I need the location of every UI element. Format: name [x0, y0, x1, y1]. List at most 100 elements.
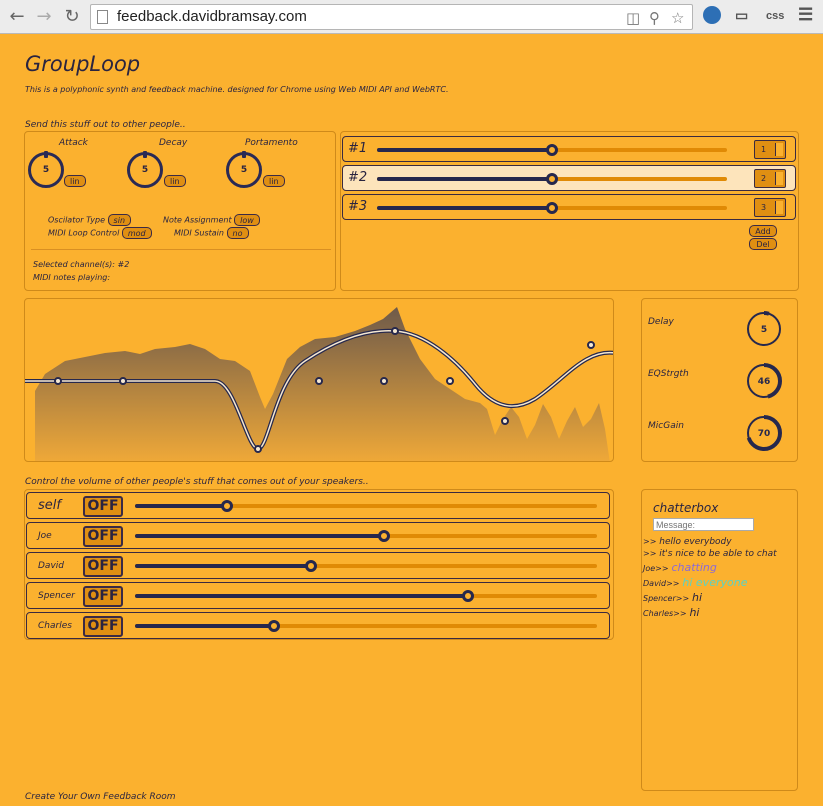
delete-channel-button[interactable]: Del [749, 238, 777, 250]
channel-number-input[interactable]: 3 [754, 198, 786, 217]
chat-message: Spencer>> hi [643, 591, 793, 604]
channel-number: 3 [761, 203, 767, 212]
portamento-knob[interactable]: 5 [226, 151, 262, 188]
volume-slider[interactable] [135, 500, 597, 512]
channel-slider[interactable] [377, 144, 727, 156]
back-arrow-icon[interactable]: ← [6, 6, 28, 28]
volume-row: Charles OFF [26, 612, 610, 639]
chat-sender: Spencer>> [643, 594, 690, 603]
spinner-arrows-icon[interactable] [775, 172, 783, 185]
reload-icon[interactable]: ↻ [61, 6, 83, 28]
extension-icon[interactable] [703, 6, 721, 24]
osc-type-button[interactable]: sin [107, 214, 132, 226]
effect-value: 46 [758, 377, 771, 387]
channel-row[interactable]: #3 3 [342, 194, 796, 220]
decay-knob[interactable]: 5 [127, 151, 163, 188]
attack-knob[interactable]: 5 [28, 151, 64, 188]
css-extension-icon[interactable]: css [766, 10, 784, 22]
chat-message: Charles>> hi [643, 606, 793, 619]
channel-number: 1 [761, 145, 767, 154]
volume-slider[interactable] [135, 560, 597, 572]
effect-knob[interactable]: 5 [745, 310, 783, 348]
participant-name: Spencer [38, 591, 75, 601]
attack-label: Attack [59, 138, 88, 148]
chat-text: hi [689, 606, 700, 619]
effect-knob[interactable]: 70 [745, 414, 783, 452]
channel-label: #3 [348, 199, 368, 214]
selected-channels: Selected channel(s): #2 [33, 260, 130, 269]
eq-node [254, 445, 262, 453]
effect-knob[interactable]: 46 [745, 362, 783, 400]
channel-row[interactable]: #1 1 [342, 136, 796, 162]
chat-text: hello everybody [659, 537, 732, 547]
decay-scale-button[interactable]: lin [164, 175, 186, 187]
synth-controls-panel: Attack 5 lin Decay 5 lin Portamento 5 li… [24, 131, 336, 291]
chat-text: hi [692, 591, 703, 604]
volume-row: Spencer OFF [26, 582, 610, 609]
volume-slider-thumb[interactable] [221, 500, 234, 512]
volume-slider-fill [135, 504, 228, 508]
zoom-icon[interactable]: ⚲ [649, 9, 660, 27]
address-bar[interactable]: feedback.davidbramsay.com ◫ ⚲ ☆ [90, 4, 693, 30]
mute-toggle-button[interactable]: OFF [83, 526, 123, 547]
volume-slider[interactable] [135, 590, 597, 602]
spinner-arrows-icon[interactable] [775, 201, 783, 214]
volume-slider-thumb[interactable] [267, 620, 280, 632]
effect-label: EQStrgth [648, 369, 689, 379]
effect-label: MicGain [648, 421, 684, 431]
volume-slider[interactable] [135, 530, 597, 542]
volume-slider-fill [135, 594, 468, 598]
volume-slider-thumb[interactable] [378, 530, 391, 542]
eq-node [380, 377, 388, 385]
channel-label: #2 [348, 170, 368, 185]
send-heading: Send this stuff out to other people.. [25, 120, 186, 130]
portamento-scale-button[interactable]: lin [263, 175, 285, 187]
volume-slider-thumb[interactable] [461, 590, 474, 602]
message-input[interactable] [653, 518, 754, 531]
chatterbox-panel: chatterbox >> hello everybody>> it's nic… [641, 489, 798, 791]
channel-slider-thumb[interactable] [546, 173, 558, 185]
channel-slider[interactable] [377, 173, 727, 185]
chat-sender: >> [643, 549, 657, 558]
sustain-button[interactable]: no [226, 227, 249, 239]
channel-slider-thumb[interactable] [546, 202, 558, 214]
eq-node [587, 341, 595, 349]
forward-arrow-icon[interactable]: → [33, 6, 55, 28]
note-assign-button[interactable]: low [234, 214, 260, 226]
loop-control-button[interactable]: mod [121, 227, 152, 239]
effect-value: 5 [761, 325, 767, 335]
browser-toolbar: ← → ↻ feedback.davidbramsay.com ◫ ⚲ ☆ ▭ … [0, 0, 823, 34]
effect-value: 70 [758, 429, 771, 439]
channel-number-input[interactable]: 1 [754, 140, 786, 159]
star-icon[interactable]: ☆ [671, 9, 684, 27]
channel-slider-thumb[interactable] [546, 144, 558, 156]
notes-playing: MIDI notes playing: [33, 273, 111, 282]
volume-slider-thumb[interactable] [304, 560, 317, 572]
mute-toggle-button[interactable]: OFF [83, 586, 123, 607]
menu-icon[interactable]: ☰ [798, 5, 813, 25]
loop-control-label: MIDI Loop Control [48, 228, 120, 238]
add-channel-button[interactable]: Add [749, 225, 777, 237]
eq-graph-panel[interactable] [24, 298, 614, 462]
divider [31, 249, 331, 250]
page-title: GroupLoop [25, 52, 141, 76]
camera-icon[interactable]: ◫ [626, 9, 640, 27]
spinner-arrows-icon[interactable] [775, 143, 783, 156]
mute-toggle-button[interactable]: OFF [83, 496, 123, 517]
channel-slider-fill [377, 206, 552, 210]
attack-scale-button[interactable]: lin [64, 175, 86, 187]
channel-number-input[interactable]: 2 [754, 169, 786, 188]
mute-toggle-button[interactable]: OFF [83, 556, 123, 577]
volume-slider[interactable] [135, 620, 597, 632]
chat-message: David>> hi everyone [643, 576, 793, 589]
create-room-link[interactable]: Create Your Own Feedback Room [25, 792, 176, 802]
channel-slider[interactable] [377, 202, 727, 214]
mute-toggle-button[interactable]: OFF [83, 616, 123, 637]
eq-node [119, 377, 127, 385]
channel-label: #1 [348, 141, 368, 156]
note-assign-row: Note Assignment low [163, 214, 260, 226]
cast-icon[interactable]: ▭ [735, 7, 748, 24]
eq-node [54, 377, 62, 385]
channel-row[interactable]: #2 2 [342, 165, 796, 191]
osc-type-row: Oscilator Type sin [48, 214, 132, 226]
